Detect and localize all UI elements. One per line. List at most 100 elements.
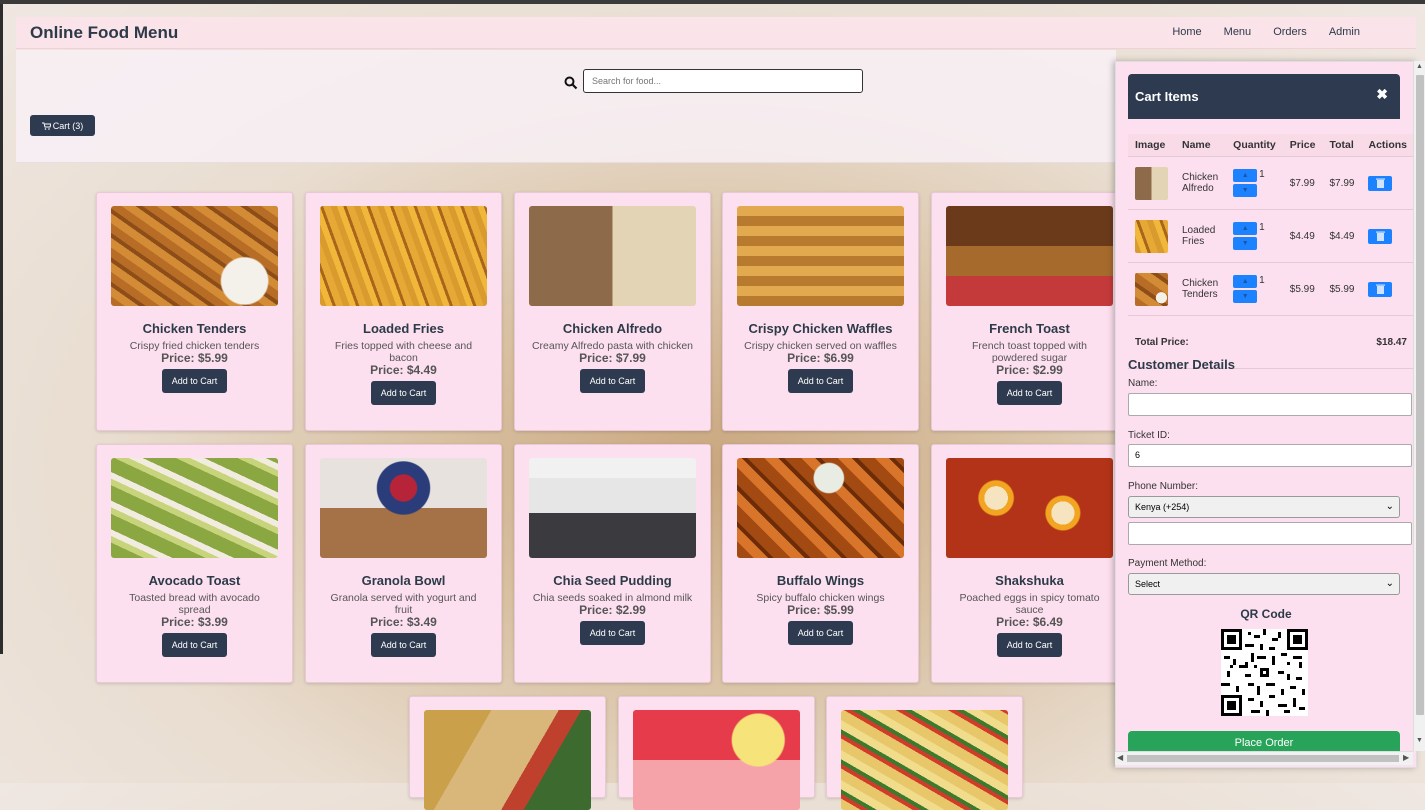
decrease-qty-button[interactable]: ▼ <box>1233 237 1258 250</box>
chevron-down-icon: ⌄ <box>1385 501 1394 512</box>
arrow-up-icon: ▲ <box>1241 225 1249 232</box>
cart-item-price: $5.99 <box>1282 262 1323 316</box>
food-name: Chicken Alfredo <box>562 321 663 336</box>
cart-button[interactable]: Cart (3) <box>30 115 95 136</box>
search-input[interactable] <box>583 69 863 93</box>
add-to-cart-button[interactable]: Add to Cart <box>787 621 854 645</box>
menu-card: Avocado Toast Toasted bread with avocado… <box>96 444 293 683</box>
cart-item-total: $4.49 <box>1322 209 1362 263</box>
country-code-value: Kenya (+254) <box>1135 502 1190 512</box>
phone-field[interactable] <box>1128 522 1412 545</box>
cart-panel-vertical-scrollbar[interactable]: ▲ ▼ <box>1413 61 1425 751</box>
col-price: Price <box>1282 134 1323 157</box>
ticket-id-label: Ticket ID: <box>1128 430 1170 441</box>
food-image <box>946 206 1113 306</box>
cart-item-qty: 1 <box>1259 275 1265 286</box>
col-name: Name <box>1175 134 1227 157</box>
food-name: Buffalo Wings <box>776 573 865 588</box>
scroll-up-icon[interactable]: ▲ <box>1416 63 1423 70</box>
increase-qty-button[interactable]: ▲ <box>1233 169 1258 182</box>
cart-item-name: Chicken Alfredo <box>1175 156 1227 210</box>
food-price: Price: $2.99 <box>996 363 1063 377</box>
delete-item-button[interactable] <box>1368 281 1393 297</box>
food-desc-text: French toast topped with powdered sugar <box>972 340 1087 364</box>
nav-menu[interactable]: Menu <box>1224 26 1252 38</box>
add-to-cart-button[interactable]: Add to Cart <box>787 369 854 393</box>
menu-card: Chia Seed Pudding Chia seeds soaked in a… <box>514 444 711 683</box>
ticket-id-field[interactable]: 6 <box>1128 444 1412 467</box>
cart-item-name: Loaded Fries <box>1175 209 1227 263</box>
brand-title[interactable]: Online Food Menu <box>30 23 178 43</box>
decrease-qty-button[interactable]: ▼ <box>1233 184 1258 197</box>
scrollbar-thumb[interactable] <box>1127 755 1399 762</box>
food-description: French toast topped with powdered sugar … <box>948 340 1111 405</box>
nav-orders[interactable]: Orders <box>1273 26 1307 38</box>
menu-card: Shakshuka Poached eggs in spicy tomato s… <box>931 444 1128 683</box>
trash-icon <box>1375 178 1385 188</box>
nav-admin[interactable]: Admin <box>1329 26 1360 38</box>
food-description: Crispy fried chicken tenders Price: $5.9… <box>113 340 276 393</box>
food-image <box>424 710 591 810</box>
add-to-cart-button[interactable]: Add to Cart <box>161 369 228 393</box>
food-price: Price: $4.49 <box>370 363 437 377</box>
arrow-up-icon: ▲ <box>1241 278 1249 285</box>
food-description: Crispy chicken served on waffles Price: … <box>739 340 902 393</box>
add-to-cart-button[interactable]: Add to Cart <box>370 633 437 657</box>
add-to-cart-button[interactable]: Add to Cart <box>996 381 1063 405</box>
food-description: Creamy Alfredo pasta with chicken Price:… <box>531 340 694 393</box>
cart-panel-horizontal-scrollbar[interactable]: ◀ ▶ <box>1115 751 1413 765</box>
add-to-cart-button[interactable]: Add to Cart <box>370 381 437 405</box>
payment-method-select[interactable]: Select ⌄ <box>1128 573 1400 595</box>
qr-code-title: QR Code <box>1240 607 1292 621</box>
cart-panel: Cart Items ✖ Image Name Quantity Price T… <box>1115 61 1417 768</box>
chevron-down-icon: ⌄ <box>1385 578 1394 589</box>
window-top-strip <box>0 0 1425 4</box>
name-field[interactable] <box>1128 393 1412 416</box>
increase-qty-button[interactable]: ▲ <box>1233 275 1258 288</box>
table-row: Chicken Alfredo ▲ ▼ 1 $7.99 $7.99 <box>1128 156 1414 210</box>
cart-item-qty: 1 <box>1259 222 1265 233</box>
close-icon[interactable]: ✖ <box>1376 86 1388 103</box>
cart-item-total: $5.99 <box>1322 262 1362 316</box>
decrease-qty-button[interactable]: ▼ <box>1233 290 1258 303</box>
food-name: Shakshuka <box>995 573 1064 588</box>
country-code-select[interactable]: Kenya (+254) ⌄ <box>1128 496 1400 518</box>
food-image <box>529 206 696 306</box>
payment-method-value: Select <box>1135 579 1161 589</box>
add-to-cart-button[interactable]: Add to Cart <box>579 621 646 645</box>
search-icon <box>564 76 578 90</box>
search-section: Cart (3) <box>16 50 1116 163</box>
menu-card: Crispy Chicken Waffles Crispy chicken se… <box>722 192 919 431</box>
food-name: Avocado Toast <box>148 573 241 588</box>
add-to-cart-button[interactable]: Add to Cart <box>996 633 1063 657</box>
cart-item-image <box>1135 219 1168 253</box>
arrow-down-icon: ▼ <box>1241 187 1249 194</box>
increase-qty-button[interactable]: ▲ <box>1233 222 1258 235</box>
scroll-right-icon[interactable]: ▶ <box>1403 753 1409 762</box>
cart-table: Image Name Quantity Price Total Actions … <box>1128 134 1414 369</box>
total-price-value: $18.47 <box>1322 315 1414 369</box>
scrollbar-thumb[interactable] <box>1416 75 1424 715</box>
nav-home[interactable]: Home <box>1172 26 1201 38</box>
col-quantity: Quantity <box>1226 134 1283 157</box>
delete-item-button[interactable] <box>1368 175 1393 191</box>
food-description: Poached eggs in spicy tomato sauce Price… <box>948 592 1111 657</box>
food-description: Chia seeds soaked in almond milk Price: … <box>531 592 694 645</box>
cart-item-qty: 1 <box>1259 169 1265 180</box>
food-price: Price: $6.49 <box>996 615 1063 629</box>
add-to-cart-button[interactable]: Add to Cart <box>579 369 646 393</box>
food-image <box>633 710 800 810</box>
food-name: French Toast <box>989 321 1070 336</box>
food-description: Spicy buffalo chicken wings Price: $5.99… <box>739 592 902 645</box>
col-image: Image <box>1128 134 1175 157</box>
scroll-down-icon[interactable]: ▼ <box>1416 737 1423 744</box>
cart-item-name: Chicken Tenders <box>1175 262 1227 316</box>
navbar: Online Food Menu Home Menu Orders Admin <box>16 17 1416 49</box>
food-description: Fries topped with cheese and bacon Price… <box>322 340 485 405</box>
add-to-cart-button[interactable]: Add to Cart <box>161 633 228 657</box>
food-image <box>737 206 904 306</box>
delete-item-button[interactable] <box>1368 228 1393 244</box>
cart-item-price: $4.49 <box>1282 209 1323 263</box>
scroll-left-icon[interactable]: ◀ <box>1117 753 1123 762</box>
food-desc-text: Fries topped with cheese and bacon <box>334 340 473 364</box>
